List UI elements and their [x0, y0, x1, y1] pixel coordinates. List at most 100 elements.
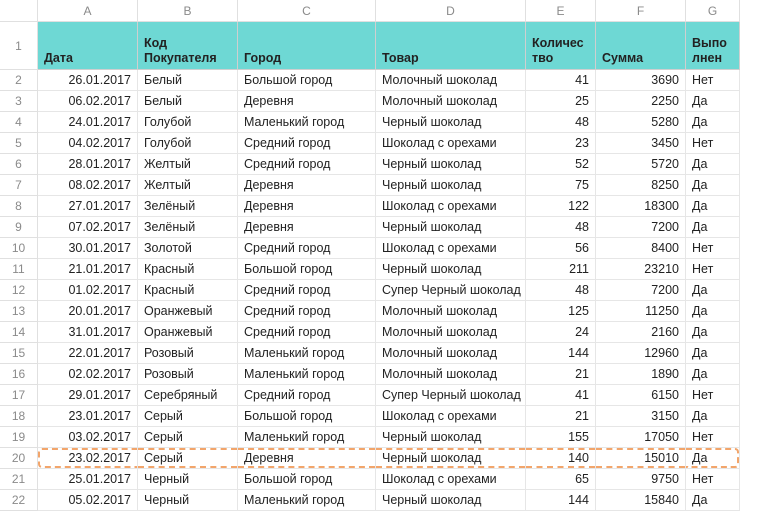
cell-G6[interactable]: Да — [686, 154, 740, 175]
row-header-22[interactable]: 22 — [0, 490, 38, 511]
col-header-C[interactable]: C — [238, 0, 376, 22]
cell-E13[interactable]: 125 — [526, 301, 596, 322]
col-header-G[interactable]: G — [686, 0, 740, 22]
cell-E20[interactable]: 140 — [526, 448, 596, 469]
cell-G10[interactable]: Нет — [686, 238, 740, 259]
cell-B5[interactable]: Голубой — [138, 133, 238, 154]
cell-F3[interactable]: 2250 — [596, 91, 686, 112]
cell-B15[interactable]: Розовый — [138, 343, 238, 364]
col-header-D[interactable]: D — [376, 0, 526, 22]
cell-G11[interactable]: Нет — [686, 259, 740, 280]
cell-C10[interactable]: Средний город — [238, 238, 376, 259]
cell-B3[interactable]: Белый — [138, 91, 238, 112]
cell-A19[interactable]: 03.02.2017 — [38, 427, 138, 448]
cell-D19[interactable]: Черный шоколад — [376, 427, 526, 448]
cell-C12[interactable]: Средний город — [238, 280, 376, 301]
cell-B22[interactable]: Черный — [138, 490, 238, 511]
cell-B13[interactable]: Оранжевый — [138, 301, 238, 322]
cell-F4[interactable]: 5280 — [596, 112, 686, 133]
cell-A7[interactable]: 08.02.2017 — [38, 175, 138, 196]
cell-A3[interactable]: 06.02.2017 — [38, 91, 138, 112]
cell-G2[interactable]: Нет — [686, 70, 740, 91]
cell-C8[interactable]: Деревня — [238, 196, 376, 217]
cell-G19[interactable]: Нет — [686, 427, 740, 448]
row-header-14[interactable]: 14 — [0, 322, 38, 343]
cell-D3[interactable]: Молочный шоколад — [376, 91, 526, 112]
cell-F8[interactable]: 18300 — [596, 196, 686, 217]
cell-C11[interactable]: Большой город — [238, 259, 376, 280]
cell-E8[interactable]: 122 — [526, 196, 596, 217]
cell-A11[interactable]: 21.01.2017 — [38, 259, 138, 280]
cell-G14[interactable]: Да — [686, 322, 740, 343]
cell-F10[interactable]: 8400 — [596, 238, 686, 259]
cell-A8[interactable]: 27.01.2017 — [38, 196, 138, 217]
cell-E9[interactable]: 48 — [526, 217, 596, 238]
cell-F19[interactable]: 17050 — [596, 427, 686, 448]
cell-B4[interactable]: Голубой — [138, 112, 238, 133]
cell-B20[interactable]: Серый — [138, 448, 238, 469]
cell-F6[interactable]: 5720 — [596, 154, 686, 175]
cell-D2[interactable]: Молочный шоколад — [376, 70, 526, 91]
col-header-E[interactable]: E — [526, 0, 596, 22]
row-header-13[interactable]: 13 — [0, 301, 38, 322]
cell-F14[interactable]: 2160 — [596, 322, 686, 343]
cell-E5[interactable]: 23 — [526, 133, 596, 154]
row-header-18[interactable]: 18 — [0, 406, 38, 427]
cell-A22[interactable]: 05.02.2017 — [38, 490, 138, 511]
cell-D16[interactable]: Молочный шоколад — [376, 364, 526, 385]
cell-B6[interactable]: Желтый — [138, 154, 238, 175]
cell-F20[interactable]: 15010 — [596, 448, 686, 469]
cell-E10[interactable]: 56 — [526, 238, 596, 259]
cell-F5[interactable]: 3450 — [596, 133, 686, 154]
cell-D10[interactable]: Шоколад с орехами — [376, 238, 526, 259]
cell-C4[interactable]: Маленький город — [238, 112, 376, 133]
cell-A5[interactable]: 04.02.2017 — [38, 133, 138, 154]
row-header-3[interactable]: 3 — [0, 91, 38, 112]
cell-F21[interactable]: 9750 — [596, 469, 686, 490]
cell-A4[interactable]: 24.01.2017 — [38, 112, 138, 133]
col-header-B[interactable]: B — [138, 0, 238, 22]
cell-B19[interactable]: Серый — [138, 427, 238, 448]
cell-A17[interactable]: 29.01.2017 — [38, 385, 138, 406]
cell-G7[interactable]: Да — [686, 175, 740, 196]
cell-C6[interactable]: Средний город — [238, 154, 376, 175]
cell-C13[interactable]: Средний город — [238, 301, 376, 322]
cell-G22[interactable]: Да — [686, 490, 740, 511]
row-header-4[interactable]: 4 — [0, 112, 38, 133]
cell-D18[interactable]: Шоколад с орехами — [376, 406, 526, 427]
cell-E14[interactable]: 24 — [526, 322, 596, 343]
cell-G20[interactable]: Да — [686, 448, 740, 469]
row-header-15[interactable]: 15 — [0, 343, 38, 364]
cell-C18[interactable]: Большой город — [238, 406, 376, 427]
header-cell-C[interactable]: Город — [238, 22, 376, 70]
header-cell-F[interactable]: Сумма — [596, 22, 686, 70]
cell-D6[interactable]: Черный шоколад — [376, 154, 526, 175]
cell-G21[interactable]: Нет — [686, 469, 740, 490]
cell-B8[interactable]: Зелёный — [138, 196, 238, 217]
cell-B9[interactable]: Зелёный — [138, 217, 238, 238]
row-header-12[interactable]: 12 — [0, 280, 38, 301]
cell-C5[interactable]: Средний город — [238, 133, 376, 154]
cell-F11[interactable]: 23210 — [596, 259, 686, 280]
cell-A9[interactable]: 07.02.2017 — [38, 217, 138, 238]
cell-C9[interactable]: Деревня — [238, 217, 376, 238]
cell-C15[interactable]: Маленький город — [238, 343, 376, 364]
row-header-16[interactable]: 16 — [0, 364, 38, 385]
cell-D15[interactable]: Молочный шоколад — [376, 343, 526, 364]
cell-D17[interactable]: Супер Черный шоколад — [376, 385, 526, 406]
row-header-20[interactable]: 20 — [0, 448, 38, 469]
cell-B12[interactable]: Красный — [138, 280, 238, 301]
col-header-A[interactable]: A — [38, 0, 138, 22]
row-header-17[interactable]: 17 — [0, 385, 38, 406]
cell-B7[interactable]: Желтый — [138, 175, 238, 196]
header-cell-D[interactable]: Товар — [376, 22, 526, 70]
header-cell-B[interactable]: Код Покупателя — [138, 22, 238, 70]
cell-E12[interactable]: 48 — [526, 280, 596, 301]
cell-A20[interactable]: 23.02.2017 — [38, 448, 138, 469]
cell-G12[interactable]: Да — [686, 280, 740, 301]
cell-F9[interactable]: 7200 — [596, 217, 686, 238]
cell-A12[interactable]: 01.02.2017 — [38, 280, 138, 301]
cell-E6[interactable]: 52 — [526, 154, 596, 175]
cell-B16[interactable]: Розовый — [138, 364, 238, 385]
cell-F12[interactable]: 7200 — [596, 280, 686, 301]
